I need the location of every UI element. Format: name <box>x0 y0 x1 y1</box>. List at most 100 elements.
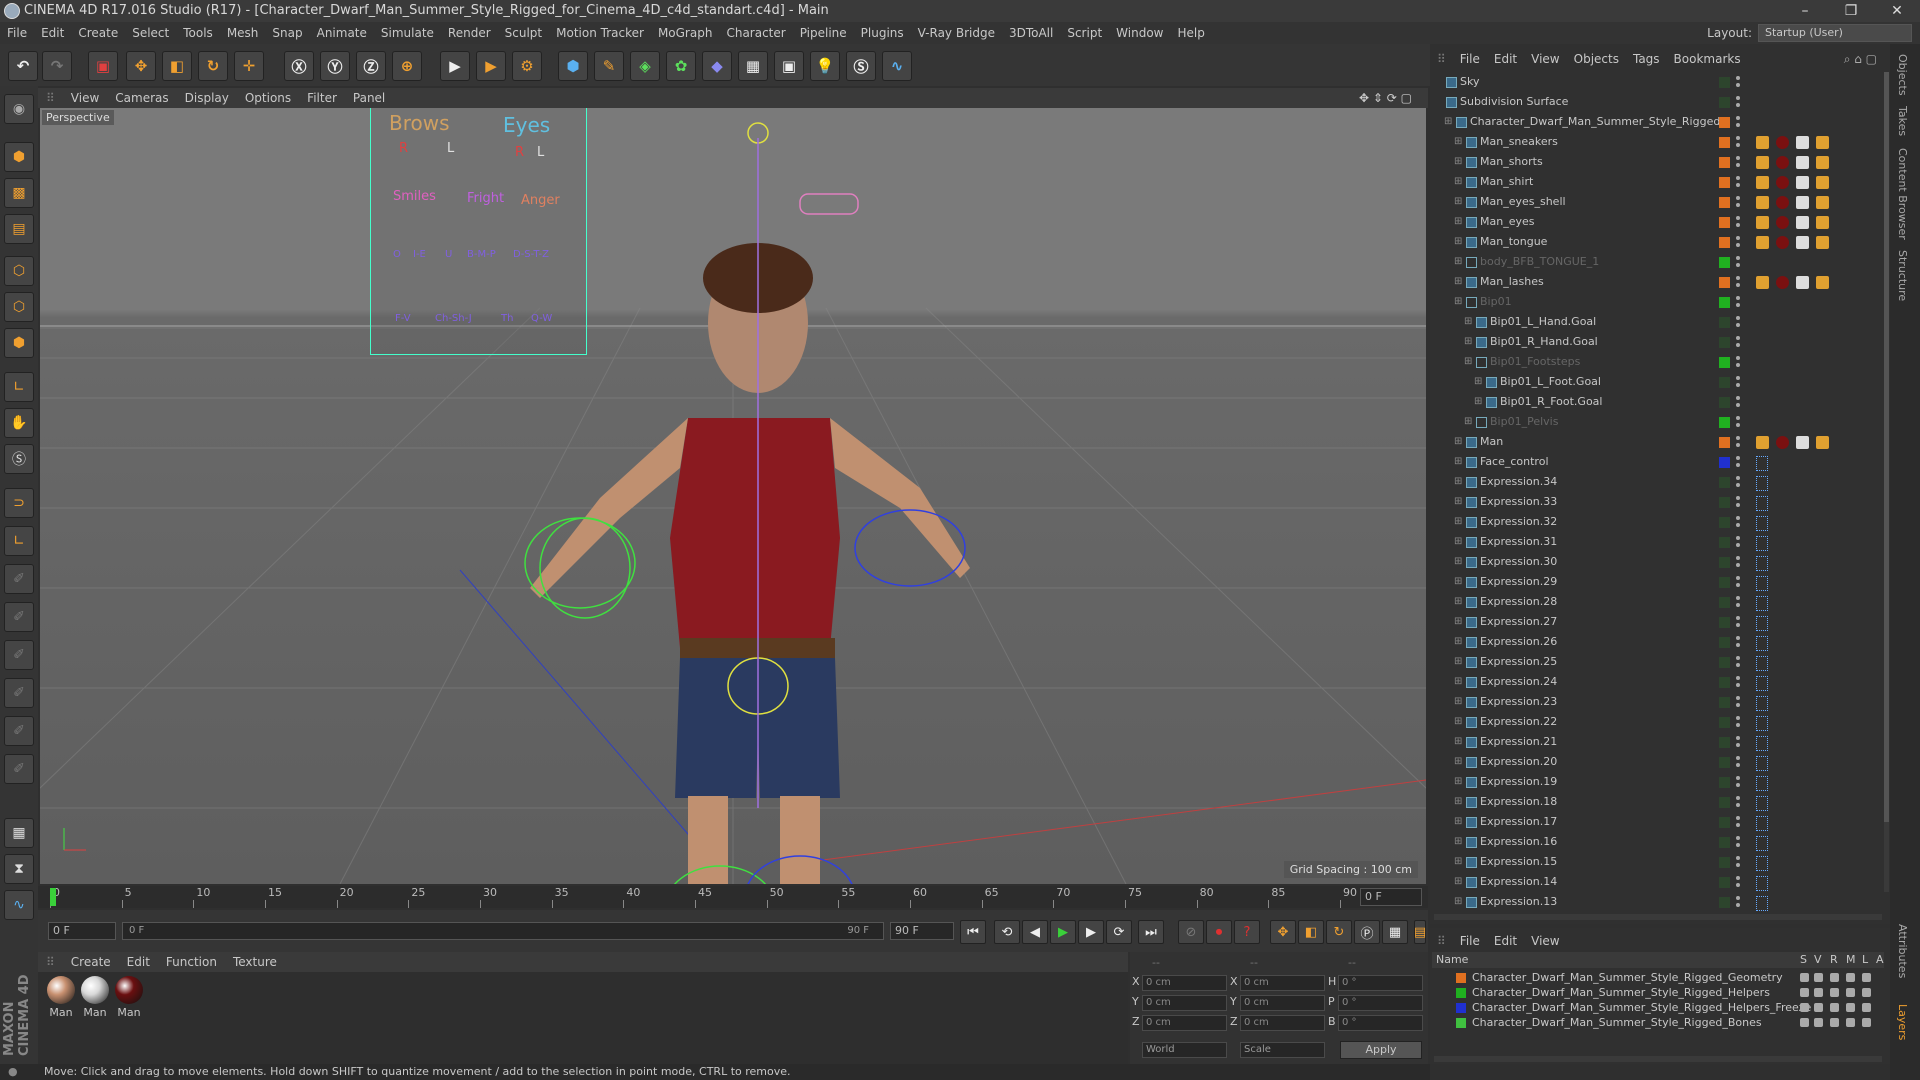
editor-visibility-dot[interactable] <box>1736 836 1740 840</box>
lm-menu-file[interactable]: File <box>1453 932 1487 950</box>
object-row[interactable]: ⊞ Expression.23 <box>1432 692 1884 712</box>
object-name[interactable]: Bip01_L_Hand.Goal <box>1490 312 1596 332</box>
layer-color-swatch[interactable] <box>1719 397 1730 408</box>
render-visibility-dot[interactable] <box>1736 103 1740 107</box>
editor-visibility-dot[interactable] <box>1736 316 1740 320</box>
object-name[interactable]: Expression.19 <box>1480 772 1557 792</box>
tab-takes[interactable]: Takes <box>1896 106 1909 136</box>
z-axis-icon[interactable]: Ⓩ <box>356 51 386 81</box>
expand-icon[interactable]: ⊞ <box>1464 412 1472 432</box>
object-row[interactable]: Sky <box>1432 72 1884 92</box>
object-row[interactable]: ⊞ Character_Dwarf_Man_Summer_Style_Rigged <box>1432 112 1884 132</box>
object-name[interactable]: Expression.30 <box>1480 552 1557 572</box>
expand-icon[interactable]: ⊞ <box>1474 392 1482 412</box>
om-search-icon[interactable]: ⌕ ⌂ ▢ <box>1837 50 1884 68</box>
tab-structure[interactable]: Structure <box>1896 250 1909 301</box>
tweak-mode-icon[interactable]: ✋ <box>4 408 34 438</box>
expand-icon[interactable]: ⊞ <box>1454 712 1462 732</box>
menu-3dtoall[interactable]: 3DToAll <box>1002 22 1060 44</box>
object-row[interactable]: ⊞ Man_eyes <box>1432 212 1884 232</box>
object-name[interactable]: Expression.34 <box>1480 472 1557 492</box>
object-row[interactable]: ⊞ Expression.24 <box>1432 672 1884 692</box>
editor-visibility-dot[interactable] <box>1736 76 1740 80</box>
key-position-icon[interactable]: ✥ <box>1270 920 1296 944</box>
expand-icon[interactable]: ⊞ <box>1464 352 1472 372</box>
minimize-button[interactable]: – <box>1782 0 1828 22</box>
object-tag-icon[interactable] <box>1756 136 1769 149</box>
layer-color-swatch[interactable] <box>1719 137 1730 148</box>
viewport-menu-options[interactable]: Options <box>237 88 299 108</box>
coords-value-field[interactable]: 0 ° <box>1338 1015 1423 1031</box>
expand-icon[interactable]: ⊞ <box>1464 332 1472 352</box>
camera-icon[interactable]: ▣ <box>774 51 804 81</box>
tab-objects[interactable]: Objects <box>1896 54 1909 96</box>
render-visibility-dot[interactable] <box>1736 683 1740 687</box>
subdivision-icon[interactable]: ◈ <box>630 51 660 81</box>
editor-visibility-dot[interactable] <box>1736 456 1740 460</box>
object-row[interactable]: ⊞ Expression.28 <box>1432 592 1884 612</box>
layer-toggle-icon[interactable] <box>1800 973 1809 982</box>
layer-toggle-icon[interactable] <box>1800 988 1809 997</box>
object-name[interactable]: Expression.28 <box>1480 592 1557 612</box>
layer-color-swatch[interactable] <box>1719 757 1730 768</box>
render-visibility-dot[interactable] <box>1736 883 1740 887</box>
render-visibility-dot[interactable] <box>1736 223 1740 227</box>
expand-icon[interactable]: ⊞ <box>1454 552 1462 572</box>
render-visibility-dot[interactable] <box>1736 483 1740 487</box>
viewport-menu-filter[interactable]: Filter <box>299 88 345 108</box>
floor-icon[interactable]: ▦ <box>738 51 768 81</box>
editor-visibility-dot[interactable] <box>1736 516 1740 520</box>
editor-visibility-dot[interactable] <box>1736 576 1740 580</box>
magnet-icon[interactable]: ✐ <box>4 716 34 746</box>
expand-icon[interactable]: ⊞ <box>1454 192 1462 212</box>
current-frame-field[interactable]: 0 F <box>1360 888 1422 906</box>
layer-name[interactable]: Character_Dwarf_Man_Summer_Style_Rigged_… <box>1472 970 1783 985</box>
layer-color-swatch[interactable] <box>1719 797 1730 808</box>
layer-color-swatch[interactable] <box>1719 877 1730 888</box>
om-scrollbar[interactable] <box>1884 72 1889 892</box>
object-tag-icon[interactable] <box>1776 236 1789 249</box>
undo-icon[interactable]: ↶ <box>8 51 38 81</box>
editor-visibility-dot[interactable] <box>1736 736 1740 740</box>
3d-viewport[interactable]: Brows Eyes R L R L Smiles Fright Anger O… <box>40 108 1426 884</box>
object-row[interactable]: ⊞ Expression.20 <box>1432 752 1884 772</box>
layer-color-swatch[interactable] <box>1719 617 1730 628</box>
material-item[interactable]: Man <box>44 976 78 1019</box>
editor-visibility-dot[interactable] <box>1736 196 1740 200</box>
material-menu-function[interactable]: Function <box>158 952 225 972</box>
object-tag-icon[interactable] <box>1816 236 1829 249</box>
editor-visibility-dot[interactable] <box>1736 696 1740 700</box>
render-visibility-dot[interactable] <box>1736 403 1740 407</box>
object-row[interactable]: ⊞ Expression.26 <box>1432 632 1884 652</box>
layer-color-swatch[interactable] <box>1719 97 1730 108</box>
expand-icon[interactable]: ⊞ <box>1454 812 1462 832</box>
editor-visibility-dot[interactable] <box>1736 596 1740 600</box>
tab-content-browser[interactable]: Content Browser <box>1896 148 1909 240</box>
expand-icon[interactable]: ⊞ <box>1464 312 1472 332</box>
layer-color-swatch[interactable] <box>1456 973 1466 983</box>
object-tag-icon[interactable] <box>1796 136 1809 149</box>
texture-mode-icon[interactable]: ▩ <box>4 178 34 208</box>
layer-color-swatch[interactable] <box>1719 377 1730 388</box>
expand-icon[interactable]: ⊞ <box>1454 212 1462 232</box>
xpresso-tag-icon[interactable] <box>1756 496 1768 511</box>
go-to-start-icon[interactable]: ⏮ <box>960 920 986 944</box>
render-picture-viewer-icon[interactable]: ▶ <box>476 51 506 81</box>
object-name[interactable]: Expression.27 <box>1480 612 1557 632</box>
timeline-icon[interactable]: ⧗ <box>4 854 34 884</box>
object-name[interactable]: Bip01_Pelvis <box>1490 412 1558 432</box>
layer-color-swatch[interactable] <box>1456 988 1466 998</box>
layer-toggle-icon[interactable] <box>1814 1018 1823 1027</box>
layer-color-swatch[interactable] <box>1719 357 1730 368</box>
coordinate-space-dropdown[interactable]: World <box>1142 1042 1227 1058</box>
menu-window[interactable]: Window <box>1109 22 1170 44</box>
expand-icon[interactable]: ⊞ <box>1454 692 1462 712</box>
y-axis-icon[interactable]: Ⓨ <box>320 51 350 81</box>
lm-menu-view[interactable]: View <box>1524 932 1566 950</box>
editor-visibility-dot[interactable] <box>1736 796 1740 800</box>
light-icon[interactable]: 💡 <box>810 51 840 81</box>
editor-visibility-dot[interactable] <box>1736 156 1740 160</box>
render-visibility-dot[interactable] <box>1736 783 1740 787</box>
object-tag-icon[interactable] <box>1776 156 1789 169</box>
om-menu-objects[interactable]: Objects <box>1567 50 1626 68</box>
